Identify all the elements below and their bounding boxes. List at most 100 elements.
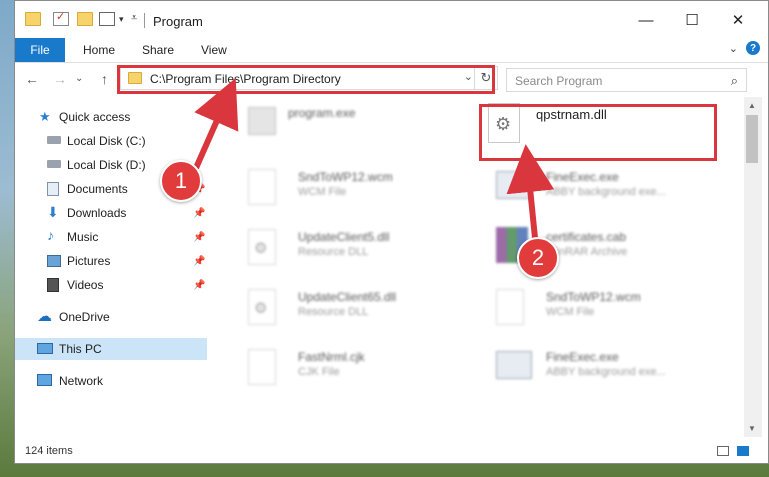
large-icons-view-icon[interactable] [737, 446, 749, 456]
file-item[interactable]: SndToWP12.wcm WCM File [496, 285, 736, 335]
tab-view[interactable]: View [201, 43, 227, 57]
step-badge-2: 2 [517, 237, 559, 279]
file-type: WCM File [546, 306, 595, 318]
sidebar-item-label: Quick access [59, 110, 131, 124]
tab-share[interactable]: Share [142, 43, 174, 57]
file-item[interactable]: SndToWP12.wcm WCM File [248, 165, 488, 215]
videos-icon [47, 278, 59, 292]
file-item[interactable]: FastNrml.cjk CJK File [248, 345, 488, 395]
pin-icon[interactable]: 📌 [193, 208, 205, 219]
step-badge-1: 1 [160, 160, 202, 202]
sidebar-item-this-pc[interactable]: This PC [15, 338, 207, 360]
file-name: UpdateClient5.dll [298, 230, 390, 244]
view-options-icon[interactable] [99, 12, 115, 26]
search-placeholder: Search Program [515, 74, 603, 88]
minimize-button[interactable]: — [623, 6, 669, 34]
pin-icon[interactable]: 📌 [193, 256, 205, 267]
sidebar-item-label: Local Disk (D:) [67, 158, 146, 172]
file-name: program.exe [288, 106, 356, 120]
file-item[interactable]: FineExec.exe ABBY background exe... [496, 345, 736, 395]
ribbon-tabs: File Home Share View ⌄ ? [15, 38, 768, 63]
recent-locations-button[interactable]: ⌄ [75, 73, 83, 84]
exe-window-icon [496, 171, 532, 199]
details-view-icon[interactable] [717, 446, 729, 456]
file-item[interactable]: program.exe [240, 101, 480, 151]
sidebar-item-network[interactable]: Network [15, 370, 207, 392]
file-name: SndToWP12.wcm [298, 170, 393, 184]
file-name: UpdateClient65.dll [298, 290, 397, 304]
vertical-scrollbar[interactable]: ▲ ▼ [744, 97, 762, 437]
title-bar: ✓ ▾ ⩡ Program — ☐ ✕ [15, 1, 768, 37]
close-button[interactable]: ✕ [715, 6, 761, 34]
forward-button[interactable]: → [53, 71, 67, 87]
file-type: WCM File [298, 186, 347, 198]
download-icon: ⬇ [47, 204, 59, 220]
properties-icon[interactable]: ✓ [53, 11, 69, 26]
dll-gear-icon: ⚙ [248, 289, 276, 325]
file-icon [496, 289, 524, 325]
file-type: ABBY background exe... [546, 366, 666, 378]
file-icon [248, 169, 276, 205]
back-button[interactable]: ← [25, 71, 39, 87]
sidebar-item-pictures[interactable]: Pictures 📌 [15, 250, 207, 272]
navigation-pane: ★ Quick access Local Disk (C:) Local Dis… [15, 97, 207, 437]
sidebar-item-label: Videos [67, 278, 104, 292]
scroll-up-icon[interactable]: ▲ [748, 101, 756, 110]
music-icon: ♪ [47, 227, 54, 243]
file-name: SndToWP12.wcm [546, 290, 641, 304]
sidebar-item-onedrive[interactable]: ☁ OneDrive [15, 306, 207, 328]
sidebar-item-label: Downloads [67, 206, 127, 220]
file-highlight [479, 104, 717, 161]
address-bar-highlight [117, 65, 495, 94]
up-button[interactable]: ↑ [101, 71, 108, 87]
exe-icon [248, 107, 276, 135]
documents-icon [47, 182, 59, 196]
title-separator [144, 13, 145, 28]
new-folder-icon[interactable] [77, 12, 93, 26]
folder-icon [25, 12, 41, 26]
drive-icon [47, 160, 61, 168]
search-input[interactable]: Search Program ⌕ [506, 68, 747, 92]
sidebar-item-label: Network [59, 374, 104, 388]
file-type: Resource DLL [298, 306, 369, 318]
sidebar-item-downloads[interactable]: ⬇ Downloads 📌 [15, 202, 207, 224]
file-icon [248, 349, 276, 385]
sidebar-item-label: Documents [67, 182, 128, 196]
dll-gear-icon: ⚙ [248, 229, 276, 265]
file-item[interactable]: FineExec.exe ABBY background exe... [496, 165, 736, 215]
sidebar-item-label: Pictures [67, 254, 111, 268]
item-count: 124 items [25, 445, 73, 457]
sidebar-item-label: Music [67, 230, 99, 244]
pin-icon[interactable]: 📌 [193, 232, 205, 243]
sidebar-item-label: This PC [59, 342, 102, 356]
scroll-down-icon[interactable]: ▼ [748, 424, 756, 433]
file-item[interactable]: ⚙ UpdateClient5.dll Resource DLL [248, 225, 488, 275]
sidebar-item-music[interactable]: ♪ Music 📌 [15, 226, 207, 248]
help-icon[interactable]: ? [746, 41, 760, 55]
network-icon [37, 374, 52, 386]
file-name: FineExec.exe [546, 350, 619, 364]
sidebar-item-quick-access[interactable]: ★ Quick access [15, 106, 207, 128]
sidebar-item-label: Local Disk (C:) [67, 134, 146, 148]
search-icon[interactable]: ⌕ [731, 73, 738, 89]
chevron-down-icon[interactable]: ⌄ [729, 42, 738, 55]
file-type: Resource DLL [298, 246, 369, 258]
file-name: certificates.cab [546, 230, 627, 244]
maximize-button[interactable]: ☐ [669, 6, 715, 34]
tab-file[interactable]: File [15, 38, 65, 62]
pin-icon[interactable]: 📌 [193, 280, 205, 291]
status-bar: 124 items [15, 437, 768, 463]
file-item[interactable]: ⚙ UpdateClient65.dll Resource DLL [248, 285, 488, 335]
drive-icon [47, 136, 61, 144]
tab-home[interactable]: Home [83, 43, 115, 57]
scrollbar-thumb[interactable] [746, 115, 758, 163]
sidebar-item-local-disk-c[interactable]: Local Disk (C:) [15, 130, 207, 152]
sidebar-item-label: OneDrive [59, 310, 110, 324]
file-name: FastNrml.cjk [298, 350, 365, 364]
file-type: CJK File [298, 366, 340, 378]
window-title: Program [153, 14, 203, 29]
star-icon: ★ [39, 109, 51, 124]
cloud-icon: ☁ [37, 308, 52, 325]
sidebar-item-videos[interactable]: Videos 📌 [15, 274, 207, 296]
pictures-icon [47, 255, 61, 267]
